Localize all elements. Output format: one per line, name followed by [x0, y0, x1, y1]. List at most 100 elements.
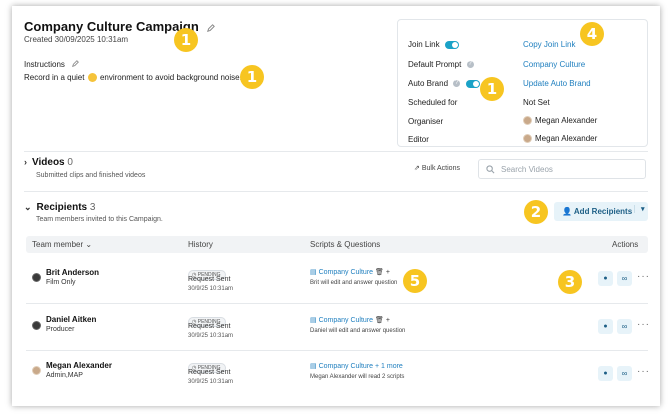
- default-prompt-row: Default Prompt ?: [408, 60, 474, 69]
- annotation-badge-5: 5: [403, 269, 427, 293]
- bulk-actions-label: Bulk Actions: [421, 165, 460, 172]
- table-row: Daniel Aitken Producer ◷ PENDING Request…: [26, 304, 650, 350]
- record-user-button[interactable]: ●: [598, 319, 613, 334]
- scheduled-label: Scheduled for: [408, 98, 458, 107]
- more-options-icon[interactable]: ···: [637, 319, 650, 330]
- default-prompt-label: Default Prompt: [408, 60, 462, 69]
- campaign-title-text: Company Culture Campaign: [24, 19, 199, 34]
- sort-chevron-icon: ⌄: [85, 240, 93, 249]
- recipients-table-header: Team member ⌄ History Scripts & Question…: [26, 236, 648, 253]
- member-role: Producer: [46, 326, 75, 333]
- annotation-badge-1-instructions: 1: [240, 65, 264, 89]
- plus-icon[interactable]: +: [386, 269, 390, 276]
- history-text: Request Sent: [188, 323, 231, 330]
- chevron-down-icon: ⌄: [24, 202, 32, 212]
- user-icon: ●: [603, 275, 608, 282]
- more-options-icon[interactable]: ···: [637, 271, 650, 282]
- editor-value: Megan Alexander: [523, 134, 598, 144]
- join-link-label: Join Link: [408, 40, 440, 49]
- header-team-member[interactable]: Team member ⌄: [32, 240, 92, 249]
- recipients-section-toggle[interactable]: ⌄ Recipients 3: [24, 202, 95, 213]
- avatar: [32, 366, 41, 375]
- divider: [24, 191, 648, 192]
- campaign-page: Company Culture Campaign Created 30/09/2…: [12, 6, 660, 406]
- search-icon: [486, 165, 495, 174]
- script-description: Megan Alexander will read 2 scripts: [310, 374, 405, 380]
- table-row: Brit Anderson Film Only ◷ PENDING Reques…: [26, 256, 650, 302]
- trash-icon[interactable]: 🗑: [375, 269, 384, 276]
- history-date: 30/9/25 10:31am: [188, 286, 234, 292]
- videos-count: 0: [67, 157, 73, 168]
- editor-name: Megan Alexander: [535, 134, 598, 143]
- annotation-badge-1-panel: 1: [480, 77, 504, 101]
- add-recipients-label: Add Recipients: [573, 207, 633, 216]
- header-history: History: [188, 240, 213, 249]
- avatar: [32, 321, 41, 330]
- edit-instructions-pencil-icon[interactable]: [72, 60, 80, 69]
- instructions-text: Record in a quiet environment to avoid b…: [24, 73, 242, 83]
- record-user-button[interactable]: ●: [598, 366, 613, 381]
- header-scripts: Scripts & Questions: [310, 240, 381, 249]
- chevron-right-icon: ›: [24, 157, 27, 167]
- videos-section-toggle[interactable]: › Videos 0: [24, 157, 73, 168]
- default-prompt-link[interactable]: Company Culture: [523, 60, 585, 69]
- instructions-heading: Instructions: [24, 60, 80, 69]
- default-prompt-help-icon[interactable]: ?: [466, 61, 474, 69]
- videos-subtitle: Submitted clips and finished videos: [36, 172, 146, 179]
- instructions-label: Instructions: [24, 60, 65, 69]
- edit-title-pencil-icon[interactable]: [207, 20, 216, 35]
- organiser-name: Megan Alexander: [535, 116, 598, 125]
- auto-brand-toggle[interactable]: [465, 79, 480, 88]
- more-scripts-link[interactable]: + 1 more: [375, 363, 403, 370]
- member-role: Film Only: [46, 279, 76, 286]
- add-user-icon: 👤: [562, 207, 572, 216]
- link-icon: ∞: [621, 369, 628, 378]
- member-name: Brit Anderson: [46, 268, 100, 277]
- organiser-value: Megan Alexander: [523, 116, 598, 126]
- instructions-text-start: Record in a quiet: [24, 73, 85, 82]
- recipients-subtitle: Team members invited to this Campaign.: [36, 216, 163, 223]
- join-link-toggle[interactable]: [444, 40, 459, 49]
- history-date: 30/9/25 10:31am: [188, 379, 234, 385]
- script-link-row[interactable]: ▤ Company Culture 🗑 +: [310, 316, 390, 324]
- link-icon: ∞: [621, 322, 628, 331]
- recipients-count: 3: [89, 202, 96, 213]
- copy-link-button[interactable]: ∞: [617, 366, 632, 381]
- script-link-row[interactable]: ▤ Company Culture + 1 more: [310, 362, 403, 370]
- copy-link-button[interactable]: ∞: [617, 319, 632, 334]
- script-name: Company Culture: [318, 317, 374, 324]
- add-recipients-button[interactable]: 👤 Add Recipients ▾: [554, 202, 648, 221]
- trash-icon[interactable]: 🗑: [375, 317, 384, 324]
- search-videos-input[interactable]: Search Videos: [478, 159, 646, 179]
- annotation-badge-4: 4: [580, 22, 604, 46]
- auto-brand-help-icon[interactable]: ?: [453, 80, 461, 88]
- header-team-member-label: Team member: [32, 240, 84, 249]
- user-icon: ●: [603, 323, 608, 330]
- smile-emoji-icon: [87, 73, 97, 83]
- script-name: Company Culture: [318, 269, 374, 276]
- copy-join-link[interactable]: Copy Join Link: [523, 40, 575, 49]
- history-text: Request Sent: [188, 276, 231, 283]
- update-auto-brand-link[interactable]: Update Auto Brand: [523, 79, 591, 88]
- annotation-badge-2: 2: [524, 200, 548, 224]
- member-name: Megan Alexander: [46, 361, 112, 370]
- join-link-row: Join Link: [408, 40, 459, 49]
- history-text: Request Sent: [188, 369, 231, 376]
- script-link-row[interactable]: ▤ Company Culture 🗑 +: [310, 268, 390, 276]
- scheduled-value: Not Set: [523, 98, 550, 107]
- member-role: Admin,MAP: [46, 372, 83, 379]
- copy-link-button[interactable]: ∞: [617, 271, 632, 286]
- annotation-badge-1: 1: [174, 28, 198, 52]
- created-date: Created 30/09/2025 10:31am: [24, 35, 129, 44]
- user-icon: ●: [603, 370, 608, 377]
- plus-icon[interactable]: +: [386, 317, 390, 324]
- more-options-icon[interactable]: ···: [637, 366, 650, 377]
- editor-avatar: [523, 134, 532, 144]
- script-description: Daniel will edit and answer question: [310, 328, 406, 334]
- recipients-title: Recipients: [36, 202, 88, 213]
- bulk-actions-button[interactable]: ⇗ Bulk Actions: [414, 164, 460, 172]
- chat-icon: ▤: [310, 363, 317, 370]
- add-recipients-dropdown-icon[interactable]: ▾: [634, 205, 645, 213]
- avatar: [32, 273, 41, 282]
- record-user-button[interactable]: ●: [598, 271, 613, 286]
